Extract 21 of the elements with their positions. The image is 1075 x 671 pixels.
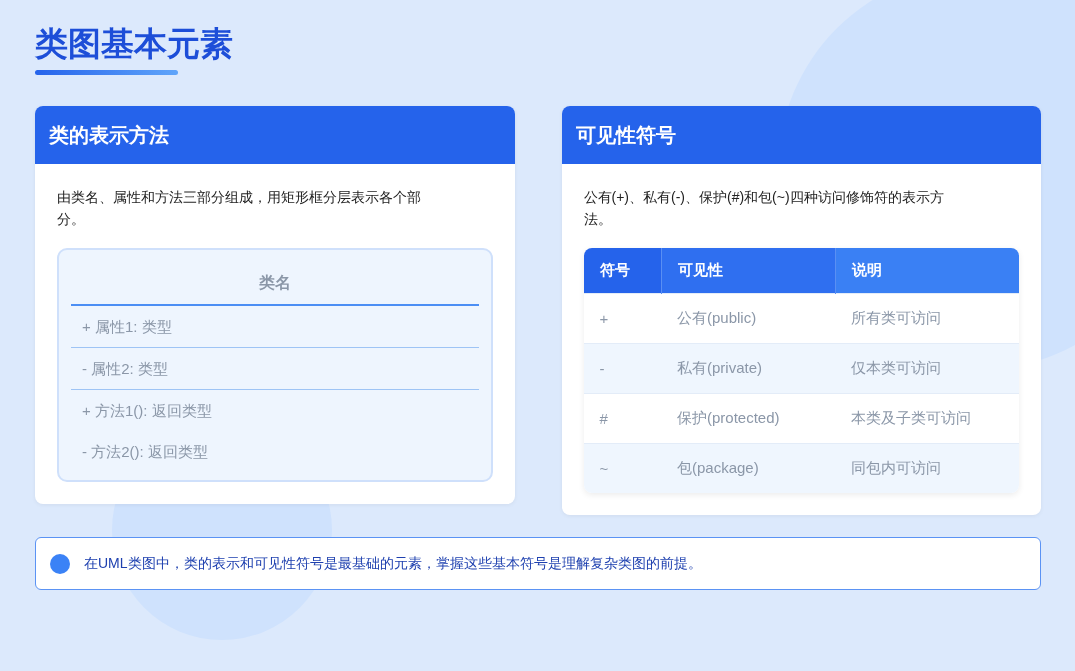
table-cell: 私有(private) — [661, 343, 835, 394]
card-description: 公有(+)、私有(-)、保护(#)和包(~)四种访问修饰符的表示方法。 — [583, 188, 945, 229]
column-header: 符号 — [583, 248, 661, 294]
card-title: 类的表示方法 — [35, 106, 515, 164]
card-description: 由类名、属性和方法三部分组成，用矩形框分层表示各个部分。 — [57, 188, 422, 229]
class-method: - 方法2(): 返回类型 — [81, 442, 209, 462]
column-header: 可见性 — [661, 248, 835, 294]
table-cell: 仅本类可访问 — [835, 343, 1019, 394]
table-cell: 同包内可访问 — [835, 443, 1019, 493]
class-attribute: + 属性1: 类型 — [71, 306, 479, 348]
class-name: 类名 — [71, 262, 479, 306]
table-cell: 包(package) — [661, 443, 835, 493]
note-text: 在UML类图中，类的表示和可见性符号是最基础的元素，掌握这些基本符号是理解复杂类图的前提。 — [84, 554, 702, 573]
card-title: 可见性符号 — [561, 106, 1041, 164]
class-method: + 方法1(): 返回类型 — [81, 401, 213, 421]
class-attribute: - 属性2: 类型 — [71, 348, 479, 390]
info-dot-icon — [50, 553, 70, 574]
page-title: 类图基本元素 — [35, 24, 234, 64]
table-cell: - — [583, 343, 661, 394]
column-header: 说明 — [835, 248, 1019, 294]
table-cell: ~ — [583, 443, 661, 493]
